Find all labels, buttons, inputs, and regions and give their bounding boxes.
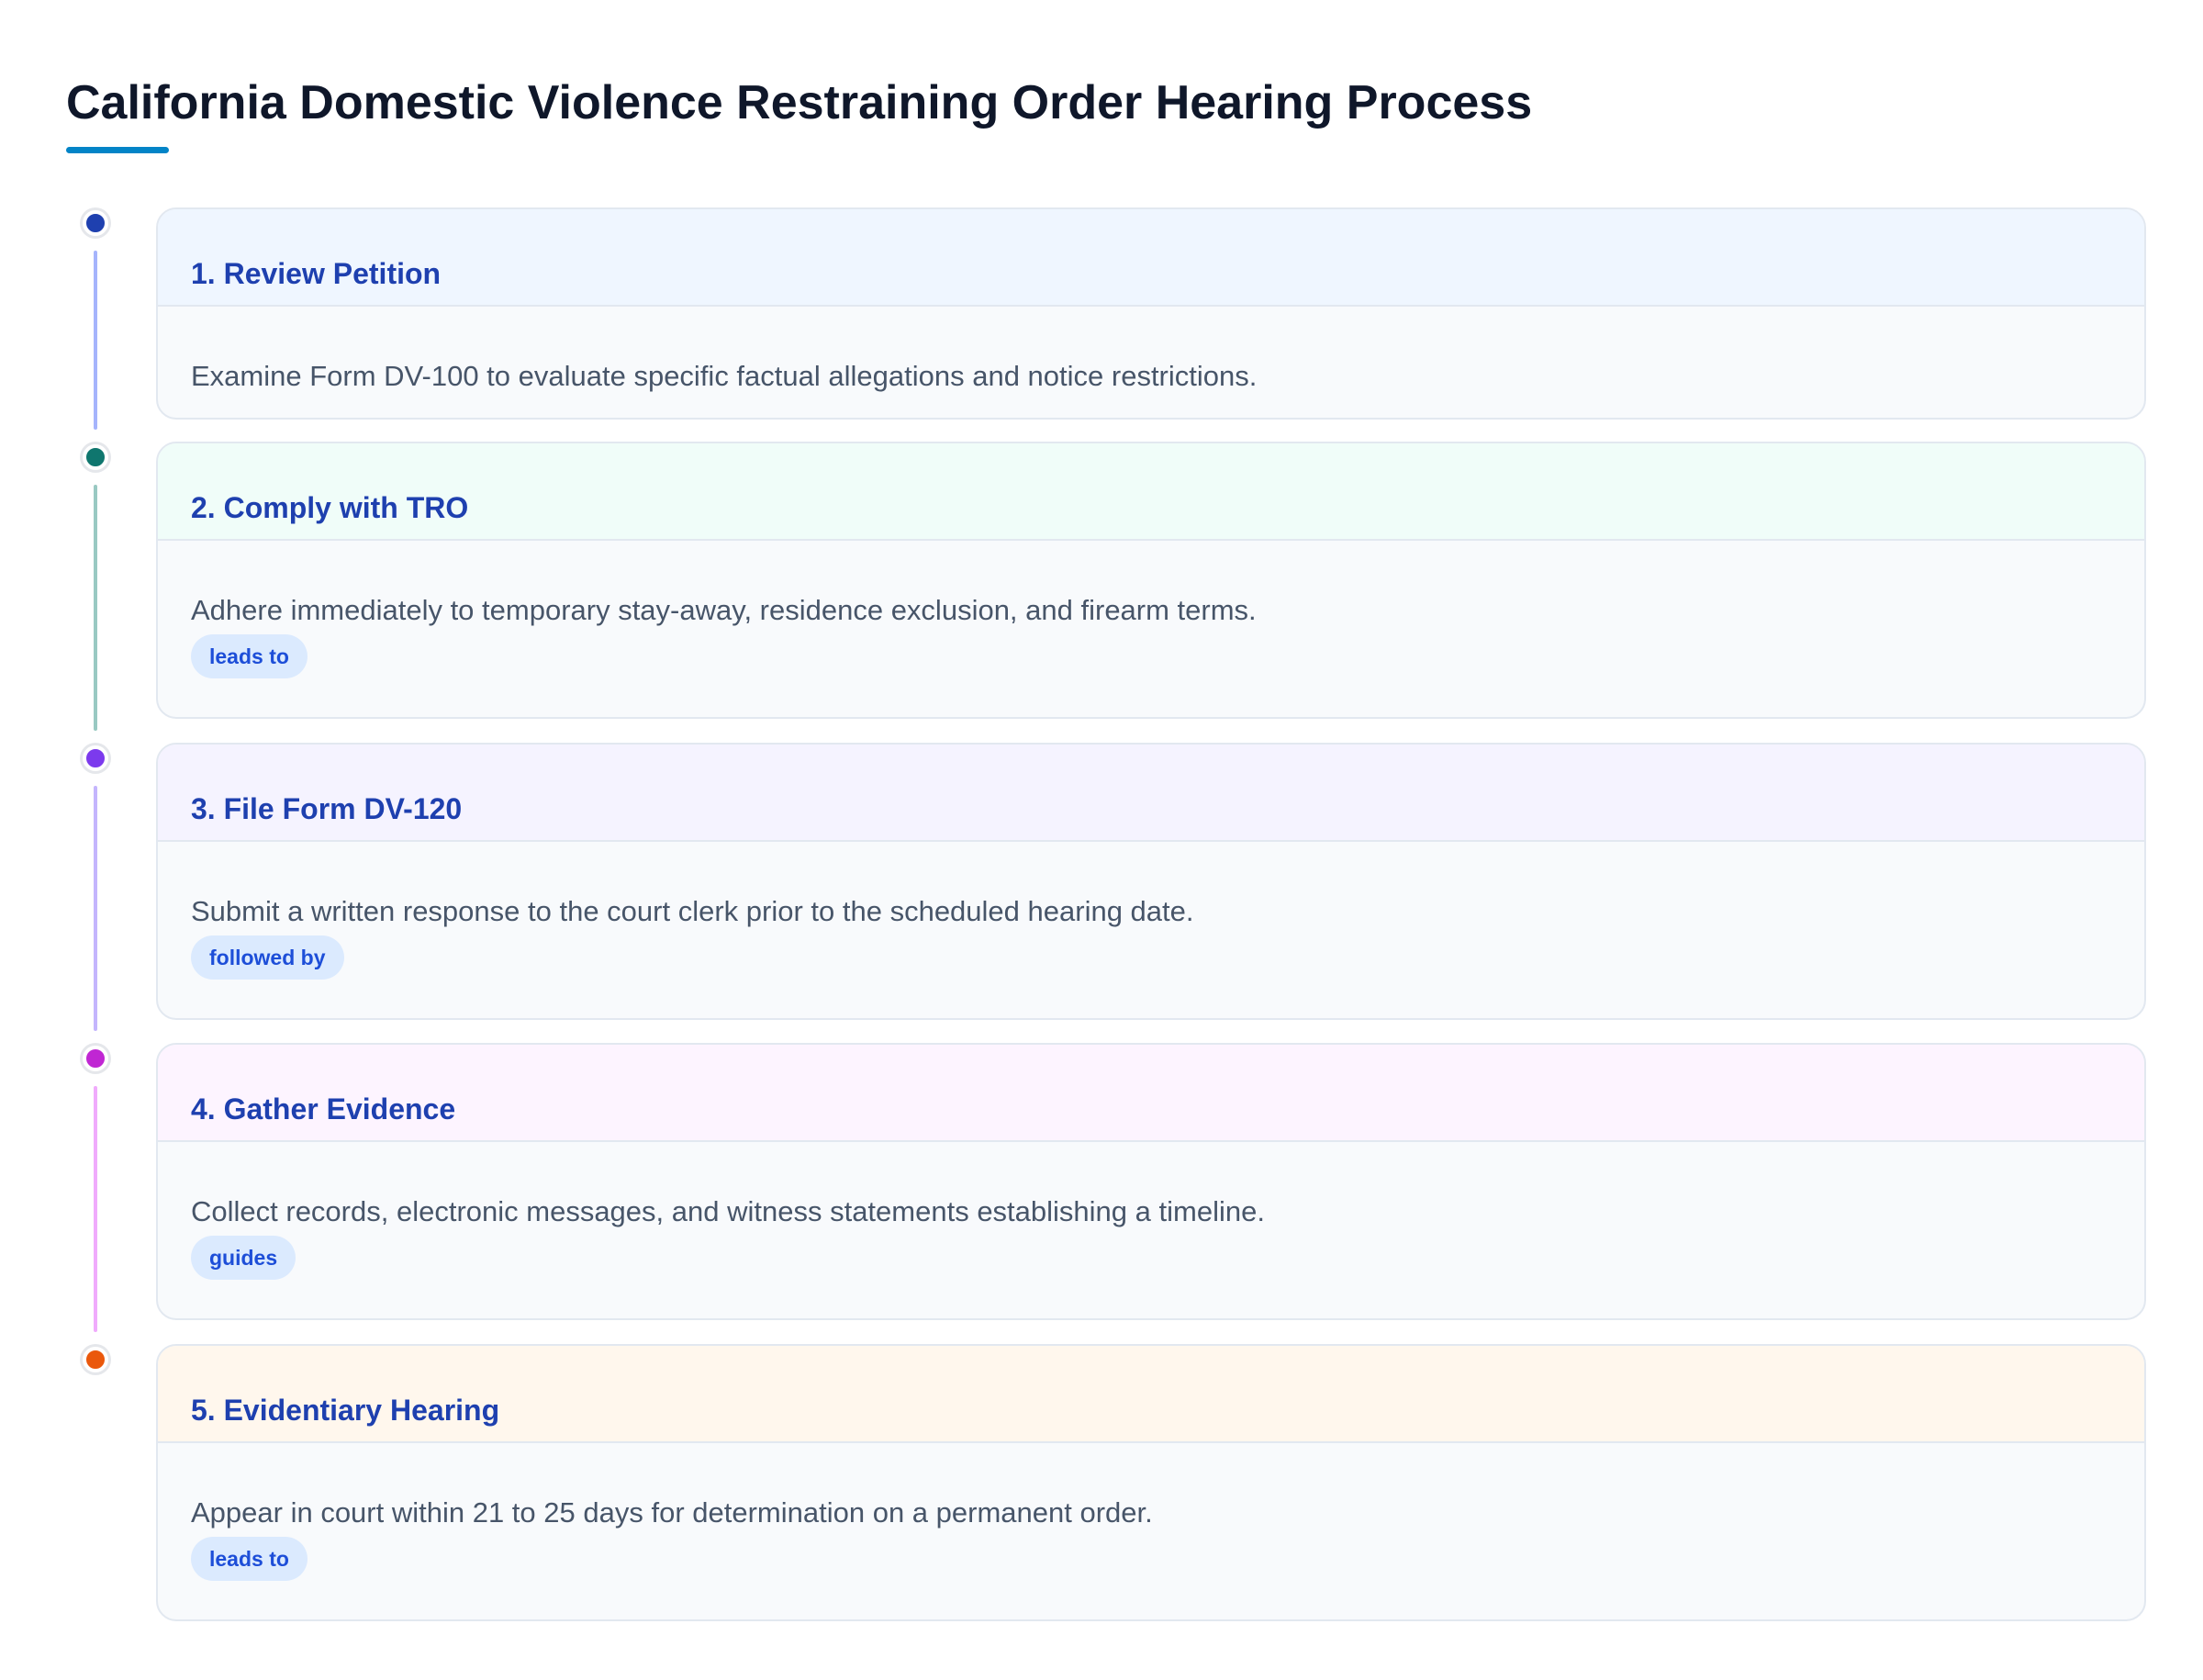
step-card-header: 5. Evidentiary Hearing (158, 1346, 2144, 1443)
step-title: 4. Gather Evidence (191, 1092, 456, 1126)
relation-chip: leads to (191, 634, 308, 678)
step-description: Submit a written response to the court c… (191, 895, 1194, 927)
step-card: 5. Evidentiary Hearing Appear in court w… (156, 1344, 2146, 1621)
step-title: 5. Evidentiary Hearing (191, 1394, 500, 1427)
step-connector-line (94, 786, 97, 1031)
step-card: 3. File Form DV-120 Submit a written res… (156, 743, 2146, 1020)
process-timeline: 1. Review Petition Examine Form DV-100 t… (0, 0, 2203, 1680)
step-connector-line (94, 485, 97, 731)
step-card: 4. Gather Evidence Collect records, elec… (156, 1043, 2146, 1320)
relation-chip: followed by (191, 935, 344, 980)
step-card: 1. Review Petition Examine Form DV-100 t… (156, 207, 2146, 420)
step-description: Appear in court within 21 to 25 days for… (191, 1496, 1153, 1529)
step-card-header: 3. File Form DV-120 (158, 745, 2144, 842)
step-card-header: 1. Review Petition (158, 209, 2144, 307)
relation-chip: guides (191, 1236, 296, 1280)
step-marker-dot (83, 1046, 108, 1071)
relation-chip: leads to (191, 1537, 308, 1581)
step-marker-dot (83, 1347, 108, 1372)
step-connector-line (94, 1086, 97, 1332)
step-description: Collect records, electronic messages, an… (191, 1195, 1265, 1227)
step-card-header: 2. Comply with TRO (158, 443, 2144, 541)
step-connector-line (94, 251, 97, 430)
step-card: 2. Comply with TRO Adhere immediately to… (156, 442, 2146, 719)
step-marker-dot (83, 444, 108, 470)
step-marker-dot (83, 210, 108, 236)
step-title: 2. Comply with TRO (191, 491, 469, 524)
step-card-header: 4. Gather Evidence (158, 1045, 2144, 1142)
step-title: 1. Review Petition (191, 257, 442, 290)
step-marker-dot (83, 745, 108, 771)
step-description: Examine Form DV-100 to evaluate specific… (191, 360, 1258, 392)
step-title: 3. File Form DV-120 (191, 792, 463, 825)
step-description: Adhere immediately to temporary stay-awa… (191, 594, 1257, 626)
